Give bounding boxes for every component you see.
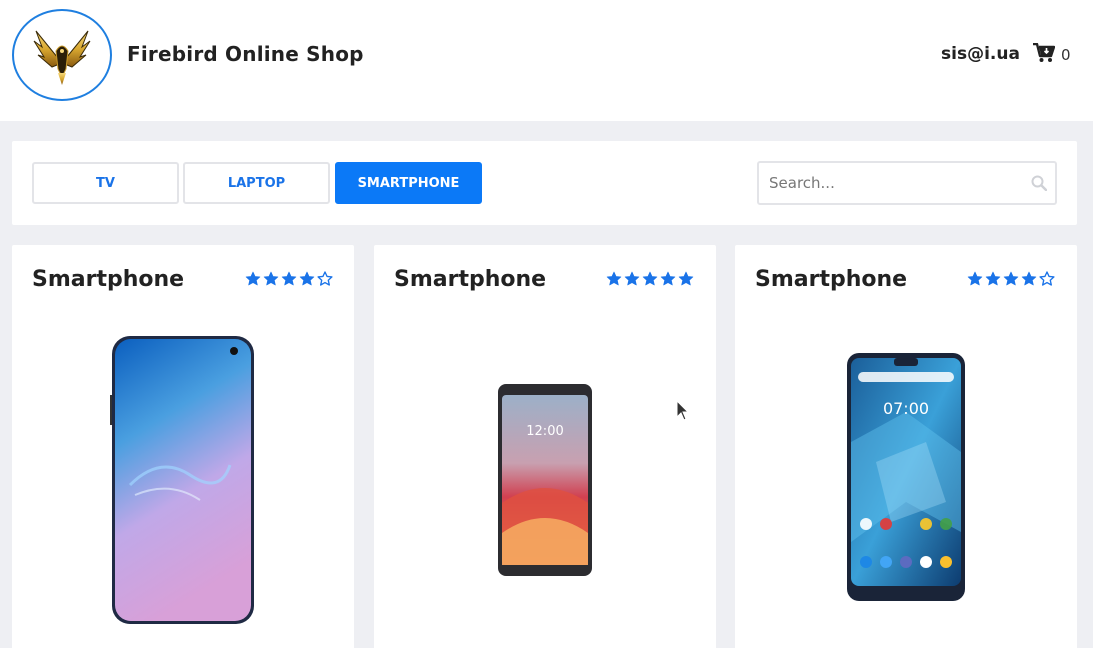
product-card[interactable]: Smartphone	[12, 245, 354, 648]
product-title[interactable]: Smartphone	[755, 267, 907, 292]
star-filled-icon	[985, 271, 1001, 286]
product-image[interactable]	[110, 335, 256, 627]
star-filled-icon	[660, 271, 676, 286]
star-filled-icon	[281, 271, 297, 286]
search-box	[757, 161, 1057, 205]
star-filled-icon	[299, 271, 315, 286]
phone-screen-time: 07:00	[883, 399, 929, 418]
category-tv-button[interactable]: TV	[32, 162, 179, 204]
search-input[interactable]	[759, 163, 1019, 203]
cart-count: 0	[1061, 46, 1071, 64]
rating-stars	[604, 271, 694, 287]
product-title[interactable]: Smartphone	[32, 267, 184, 292]
cart-icon	[1033, 42, 1056, 67]
filter-bar: TV LAPTOP SMARTPHONE	[12, 141, 1077, 225]
header: Firebird Online Shop sis@i.ua 0	[0, 0, 1093, 121]
star-filled-icon	[642, 271, 658, 286]
star-empty-icon	[317, 271, 333, 286]
star-filled-icon	[606, 271, 622, 286]
firebird-logo-icon[interactable]	[12, 9, 112, 101]
product-card[interactable]: Smartphone 07:00	[735, 245, 1077, 648]
star-empty-icon	[1039, 271, 1055, 286]
rating-stars	[965, 271, 1055, 287]
user-email-link[interactable]: sis@i.ua	[941, 44, 1020, 64]
star-filled-icon	[263, 271, 279, 286]
star-filled-icon	[1003, 271, 1019, 286]
product-image[interactable]: 12:00	[497, 383, 593, 577]
shop-title[interactable]: Firebird Online Shop	[127, 42, 364, 66]
mouse-cursor-icon	[676, 400, 690, 421]
phone-screen-time: 12:00	[526, 424, 563, 439]
star-filled-icon	[245, 271, 261, 286]
product-card[interactable]: Smartphone 12:00	[374, 245, 716, 648]
cart-button[interactable]: 0	[1033, 42, 1071, 67]
search-icon[interactable]	[1031, 175, 1048, 195]
category-smartphone-button[interactable]: SMARTPHONE	[335, 162, 482, 204]
product-image[interactable]: 07:00	[846, 352, 966, 602]
star-filled-icon	[1021, 271, 1037, 286]
star-filled-icon	[678, 271, 694, 286]
rating-stars	[243, 271, 333, 287]
star-filled-icon	[624, 271, 640, 286]
star-filled-icon	[967, 271, 983, 286]
category-laptop-button[interactable]: LAPTOP	[183, 162, 330, 204]
product-title[interactable]: Smartphone	[394, 267, 546, 292]
